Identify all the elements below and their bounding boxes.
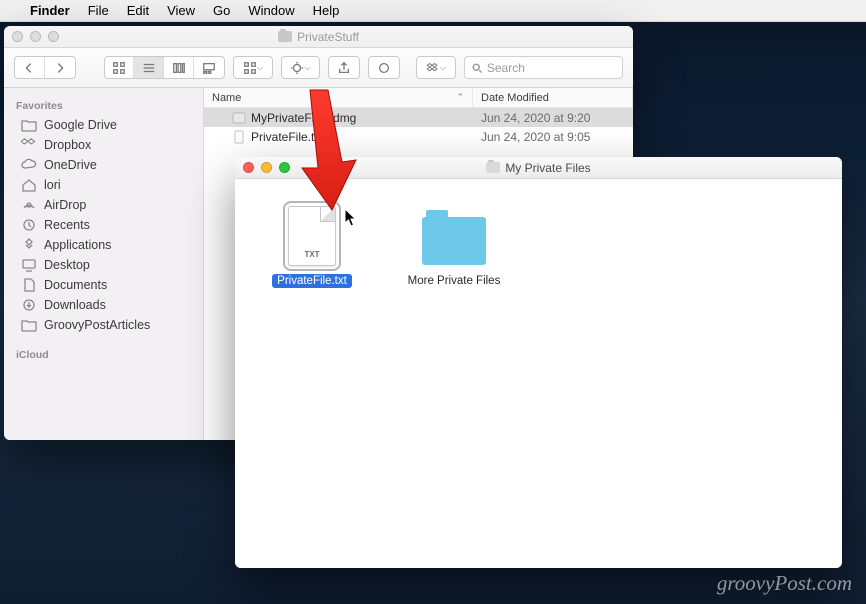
view-list-button[interactable] bbox=[134, 57, 164, 78]
sidebar-item-label: lori bbox=[44, 178, 61, 192]
file-name: MyPrivateFiles.dmg bbox=[251, 111, 356, 125]
folder-icon bbox=[20, 318, 37, 332]
icloud-header: iCloud bbox=[4, 343, 203, 364]
txt-file-icon: TXT bbox=[288, 206, 336, 266]
file-date: Jun 24, 2020 at 9:05 bbox=[473, 130, 633, 144]
menu-help[interactable]: Help bbox=[313, 3, 340, 18]
list-header: Name⌃ Date Modified bbox=[204, 88, 633, 108]
view-buttons bbox=[104, 56, 225, 79]
watermark: groovyPost.com bbox=[717, 571, 852, 596]
clock-icon bbox=[20, 218, 37, 232]
view-icons-button[interactable] bbox=[105, 57, 135, 78]
search-placeholder: Search bbox=[487, 61, 525, 75]
window-title: PrivateStuff bbox=[297, 30, 359, 44]
back-button[interactable] bbox=[15, 57, 45, 78]
nav-buttons bbox=[14, 56, 76, 79]
desktop-icon bbox=[20, 258, 37, 272]
group-menu[interactable]: ⌵ bbox=[233, 56, 273, 79]
close-button[interactable] bbox=[12, 31, 23, 42]
airdrop-icon bbox=[20, 198, 37, 212]
dropbox-menu[interactable]: ⌵ bbox=[416, 56, 456, 79]
sidebar-item-downloads[interactable]: Downloads bbox=[4, 295, 203, 315]
menu-view[interactable]: View bbox=[167, 3, 195, 18]
zoom-button[interactable] bbox=[48, 31, 59, 42]
sidebar-item-label: Applications bbox=[44, 238, 111, 252]
sidebar-item-label: Recents bbox=[44, 218, 90, 232]
sidebar: Favorites Google Drive Dropbox OneDrive … bbox=[4, 88, 204, 440]
applications-icon bbox=[20, 238, 37, 252]
folder-icon bbox=[278, 31, 292, 42]
titlebar[interactable]: My Private Files bbox=[235, 157, 842, 179]
sidebar-item-groovypost[interactable]: GroovyPostArticles bbox=[4, 315, 203, 335]
menu-file[interactable]: File bbox=[88, 3, 109, 18]
share-button[interactable] bbox=[328, 56, 360, 79]
disk-icon bbox=[486, 162, 500, 173]
sidebar-item-home[interactable]: lori bbox=[4, 175, 203, 195]
favorites-header: Favorites bbox=[4, 94, 203, 115]
sidebar-item-dropbox[interactable]: Dropbox bbox=[4, 135, 203, 155]
sidebar-item-label: GroovyPostArticles bbox=[44, 318, 150, 332]
txt-icon bbox=[232, 130, 246, 144]
sidebar-item-label: Google Drive bbox=[44, 118, 117, 132]
zoom-button[interactable] bbox=[279, 162, 290, 173]
titlebar[interactable]: PrivateStuff bbox=[4, 26, 633, 48]
window-title: My Private Files bbox=[505, 161, 590, 175]
minimize-button[interactable] bbox=[30, 31, 41, 42]
sidebar-item-documents[interactable]: Documents bbox=[4, 275, 203, 295]
toolbar: ⌵ ⌵ ⌵ Search bbox=[4, 48, 633, 88]
menubar[interactable]: Finder File Edit View Go Window Help bbox=[0, 0, 866, 22]
view-columns-button[interactable] bbox=[164, 57, 194, 78]
column-name[interactable]: Name⌃ bbox=[204, 88, 473, 107]
sidebar-item-onedrive[interactable]: OneDrive bbox=[4, 155, 203, 175]
app-menu[interactable]: Finder bbox=[30, 3, 70, 18]
home-icon bbox=[20, 178, 37, 192]
minimize-button[interactable] bbox=[261, 162, 272, 173]
file-item[interactable]: TXT PrivateFile.txt bbox=[259, 203, 365, 288]
sidebar-item-label: Dropbox bbox=[44, 138, 91, 152]
menu-go[interactable]: Go bbox=[213, 3, 230, 18]
search-field[interactable]: Search bbox=[464, 56, 623, 79]
list-row[interactable]: PrivateFile.txt Jun 24, 2020 at 9:05 bbox=[204, 127, 633, 146]
finder-window-myprivatefiles: My Private Files TXT PrivateFile.txt Mor… bbox=[235, 157, 842, 568]
close-button[interactable] bbox=[243, 162, 254, 173]
sidebar-item-label: Desktop bbox=[44, 258, 90, 272]
sidebar-item-airdrop[interactable]: AirDrop bbox=[4, 195, 203, 215]
folder-icon bbox=[422, 217, 486, 265]
sidebar-item-label: Downloads bbox=[44, 298, 106, 312]
forward-button[interactable] bbox=[45, 57, 75, 78]
download-icon bbox=[20, 298, 37, 312]
folder-label: More Private Files bbox=[403, 274, 506, 288]
dropbox-icon bbox=[20, 138, 37, 152]
icon-view[interactable]: TXT PrivateFile.txt More Private Files bbox=[235, 179, 842, 568]
action-menu[interactable]: ⌵ bbox=[281, 56, 321, 79]
traffic-lights[interactable] bbox=[243, 162, 290, 173]
sidebar-item-label: AirDrop bbox=[44, 198, 86, 212]
column-date[interactable]: Date Modified bbox=[473, 88, 633, 107]
search-icon bbox=[471, 62, 483, 74]
view-gallery-button[interactable] bbox=[194, 57, 224, 78]
sidebar-item-recents[interactable]: Recents bbox=[4, 215, 203, 235]
folder-icon bbox=[20, 118, 37, 132]
menu-edit[interactable]: Edit bbox=[127, 3, 149, 18]
tags-button[interactable] bbox=[368, 56, 400, 79]
sidebar-item-label: OneDrive bbox=[44, 158, 97, 172]
dmg-icon bbox=[232, 111, 246, 125]
sidebar-item-label: Documents bbox=[44, 278, 107, 292]
list-row[interactable]: MyPrivateFiles.dmg Jun 24, 2020 at 9:20 bbox=[204, 108, 633, 127]
sort-indicator-icon: ⌃ bbox=[456, 92, 464, 103]
sidebar-item-desktop[interactable]: Desktop bbox=[4, 255, 203, 275]
document-icon bbox=[20, 278, 37, 292]
traffic-lights[interactable] bbox=[12, 31, 59, 42]
sidebar-item-applications[interactable]: Applications bbox=[4, 235, 203, 255]
file-label: PrivateFile.txt bbox=[272, 274, 352, 288]
menu-window[interactable]: Window bbox=[248, 3, 294, 18]
file-name: PrivateFile.txt bbox=[251, 130, 324, 144]
sidebar-item-google-drive[interactable]: Google Drive bbox=[4, 115, 203, 135]
folder-item[interactable]: More Private Files bbox=[401, 203, 507, 288]
cloud-icon bbox=[20, 158, 37, 172]
file-date: Jun 24, 2020 at 9:20 bbox=[473, 111, 633, 125]
